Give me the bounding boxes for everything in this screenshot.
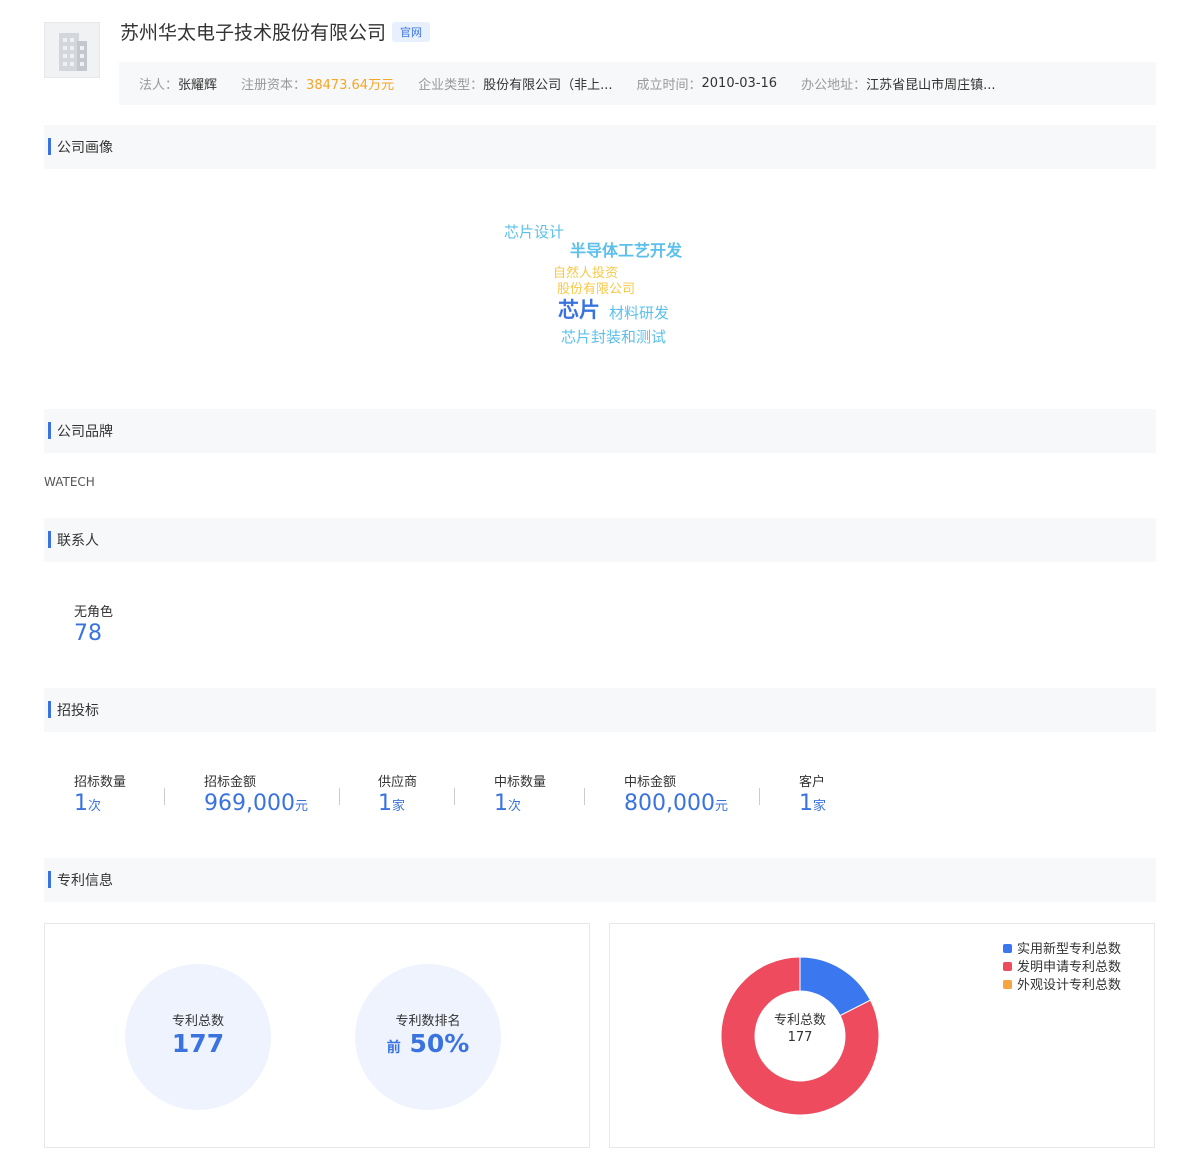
patent-rank-label: 专利数排名 bbox=[395, 1014, 461, 1029]
stat-value: 1 bbox=[378, 791, 392, 816]
patent-rank-value: 50% bbox=[409, 1029, 470, 1058]
patent-rank-circle: 专利数排名 前 50% bbox=[355, 964, 501, 1110]
donut-center-title: 专利总数 bbox=[773, 1013, 826, 1028]
official-site-link[interactable]: 官网 bbox=[392, 22, 431, 42]
patent-total-value: 177 bbox=[171, 1029, 225, 1058]
stat-value: 969,000 bbox=[204, 791, 295, 816]
registered-capital-value: 38473.64万元 bbox=[306, 78, 395, 93]
bid-stat-tender-count[interactable]: 招标数量 1次 bbox=[74, 771, 126, 816]
donut-center-value: 177 bbox=[787, 1030, 813, 1045]
building-icon bbox=[59, 33, 87, 71]
company-header: 苏州华太电子技术股份有限公司 官网 法人： 张耀辉 注册资本： 38473.64万… bbox=[44, 18, 1156, 106]
patent-total-circle[interactable]: 专利总数 177 bbox=[125, 964, 271, 1110]
brand-name: WATECH bbox=[44, 475, 95, 489]
divider bbox=[454, 788, 455, 805]
stat-value: 1 bbox=[74, 791, 88, 816]
section-header-portrait: 公司画像 bbox=[44, 125, 1156, 169]
stat-unit: 家 bbox=[813, 799, 827, 814]
legend-item[interactable]: 发明申请专利总数 bbox=[1003, 959, 1121, 977]
section-header-patents: 专利信息 bbox=[44, 858, 1156, 902]
patent-rank-prefix: 前 bbox=[386, 1040, 401, 1056]
registered-capital-label: 注册资本： bbox=[241, 78, 307, 93]
bid-stat-customers[interactable]: 客户 1家 bbox=[799, 771, 826, 816]
section-title: 公司画像 bbox=[57, 140, 113, 156]
patent-chart-panel: 专利总数 177 实用新型专利总数 发明申请专利总数 外观设计专利总数 bbox=[609, 923, 1155, 1148]
stat-unit: 元 bbox=[294, 799, 308, 814]
bidding-stats: 招标数量 1次 招标金额 969,000元 供应商 1家 中标数量 1次 中标金… bbox=[44, 771, 1156, 821]
divider bbox=[339, 788, 340, 805]
word-cloud-word: 芯片设计 bbox=[504, 223, 565, 241]
founded-date-value: 2010-03-16 bbox=[701, 76, 778, 91]
stat-label: 中标数量 bbox=[494, 775, 547, 790]
stat-label: 招标金额 bbox=[204, 775, 257, 790]
legal-person-value[interactable]: 张耀辉 bbox=[178, 74, 217, 93]
section-title: 联系人 bbox=[57, 533, 99, 549]
legend-label: 发明申请专利总数 bbox=[1017, 960, 1122, 975]
legend-swatch bbox=[1003, 980, 1012, 989]
legal-person-label: 法人： bbox=[139, 78, 179, 93]
word-cloud: 芯片设计 半导体工艺开发 自然人投资 股份有限公司 芯片 材料研发 芯片封装和测… bbox=[44, 170, 1156, 408]
contact-stat[interactable]: 无角色 78 bbox=[74, 601, 113, 646]
company-type-label: 企业类型： bbox=[418, 78, 484, 93]
section-accent-bar bbox=[48, 138, 51, 155]
section-title: 专利信息 bbox=[57, 873, 113, 889]
divider bbox=[164, 788, 165, 805]
legend-label: 外观设计专利总数 bbox=[1017, 978, 1122, 993]
patent-summary-panel: 专利总数 177 专利数排名 前 50% bbox=[44, 923, 590, 1148]
divider bbox=[759, 788, 760, 805]
word-cloud-word: 芯片 bbox=[558, 298, 600, 322]
founded-date-label: 成立时间： bbox=[636, 78, 702, 93]
section-header-brand: 公司品牌 bbox=[44, 409, 1156, 453]
section-title: 公司品牌 bbox=[57, 424, 113, 440]
bid-stat-win-amount[interactable]: 中标金额 800,000元 bbox=[624, 771, 728, 816]
contact-role-label: 无角色 bbox=[74, 605, 114, 620]
chart-legend: 实用新型专利总数 发明申请专利总数 外观设计专利总数 bbox=[1003, 941, 1121, 995]
bid-stat-tender-amount[interactable]: 招标金额 969,000元 bbox=[204, 771, 308, 816]
section-header-bidding: 招投标 bbox=[44, 688, 1156, 732]
stat-value: 800,000 bbox=[624, 791, 715, 816]
section-accent-bar bbox=[48, 531, 51, 548]
company-name: 苏州华太电子技术股份有限公司 bbox=[120, 22, 387, 44]
word-cloud-word: 材料研发 bbox=[609, 304, 670, 322]
contact-count[interactable]: 78 bbox=[74, 621, 113, 646]
office-address-label: 办公地址： bbox=[801, 78, 867, 93]
stat-label: 供应商 bbox=[378, 775, 418, 790]
stat-unit: 次 bbox=[88, 799, 102, 814]
stat-unit: 家 bbox=[392, 799, 406, 814]
legend-label: 实用新型专利总数 bbox=[1017, 942, 1122, 957]
word-cloud-word: 半导体工艺开发 bbox=[570, 241, 683, 260]
company-type-value: 股份有限公司（非上... bbox=[483, 78, 613, 93]
stat-label: 客户 bbox=[799, 775, 826, 790]
stat-value: 1 bbox=[494, 791, 508, 816]
divider bbox=[584, 788, 585, 805]
word-cloud-word: 芯片封装和测试 bbox=[561, 328, 667, 346]
company-logo bbox=[44, 22, 100, 78]
donut-center-label: 专利总数 177 bbox=[750, 1012, 850, 1046]
legend-swatch bbox=[1003, 962, 1012, 971]
section-accent-bar bbox=[48, 701, 51, 718]
bid-stat-win-count[interactable]: 中标数量 1次 bbox=[494, 771, 546, 816]
patent-total-label: 专利总数 bbox=[171, 1014, 224, 1029]
stat-label: 中标金额 bbox=[624, 775, 677, 790]
section-header-contacts: 联系人 bbox=[44, 518, 1156, 562]
stat-unit: 元 bbox=[714, 799, 728, 814]
stat-unit: 次 bbox=[508, 799, 522, 814]
stat-value: 1 bbox=[799, 791, 813, 816]
office-address-value: 江苏省昆山市周庄镇... bbox=[866, 78, 996, 93]
legend-item[interactable]: 外观设计专利总数 bbox=[1003, 977, 1121, 995]
bid-stat-suppliers[interactable]: 供应商 1家 bbox=[378, 771, 417, 816]
section-title: 招投标 bbox=[57, 703, 99, 719]
legend-item[interactable]: 实用新型专利总数 bbox=[1003, 941, 1121, 959]
section-accent-bar bbox=[48, 422, 51, 439]
company-info-bar: 法人： 张耀辉 注册资本： 38473.64万元 企业类型： 股份有限公司（非上… bbox=[119, 62, 1156, 105]
section-accent-bar bbox=[48, 871, 51, 888]
stat-label: 招标数量 bbox=[74, 775, 127, 790]
legend-swatch bbox=[1003, 944, 1012, 953]
